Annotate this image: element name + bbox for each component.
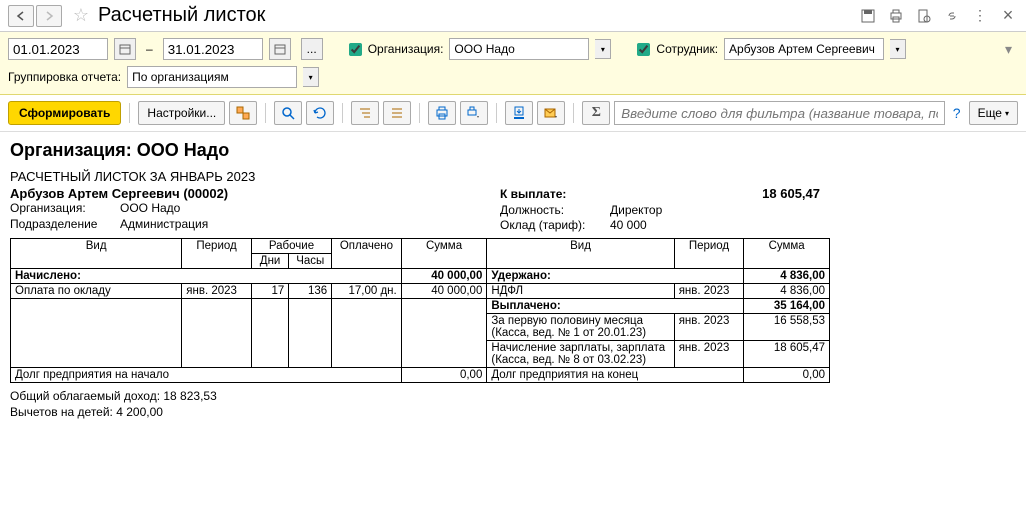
expand-all-button[interactable] bbox=[351, 101, 379, 125]
find-button[interactable] bbox=[274, 101, 302, 125]
more-button[interactable]: Еще ▾ bbox=[969, 101, 1018, 125]
grouping-combo-dropdown-icon[interactable]: ▾ bbox=[303, 67, 319, 87]
print-button[interactable] bbox=[428, 101, 456, 125]
child-deduction: Вычетов на детей: 4 200,00 bbox=[10, 405, 1016, 421]
collapse-all-button[interactable] bbox=[383, 101, 411, 125]
save-file-button[interactable] bbox=[505, 101, 533, 125]
sum-button[interactable]: Σ bbox=[582, 101, 610, 125]
filter-funnel-icon[interactable]: ▾ bbox=[999, 41, 1018, 58]
grouping-combo-value: По организациям bbox=[132, 70, 229, 84]
date-range-more-button[interactable]: ... bbox=[301, 38, 323, 60]
taxable-income: Общий облагаемый доход: 18 823,53 bbox=[10, 389, 1016, 405]
payslip-table: Вид Период Рабочие Оплачено Сумма Вид Пе… bbox=[10, 238, 830, 383]
emp-checkbox[interactable] bbox=[637, 43, 650, 56]
close-icon[interactable]: × bbox=[998, 6, 1018, 26]
employee-name: Арбузов Артем Сергеевич (00002) bbox=[10, 186, 500, 201]
org-combo-value: ООО Надо bbox=[454, 42, 514, 56]
org-combo-dropdown-icon[interactable]: ▾ bbox=[595, 39, 611, 59]
org-checkbox[interactable] bbox=[349, 43, 362, 56]
generate-button[interactable]: Сформировать bbox=[8, 101, 121, 125]
preview-icon[interactable] bbox=[914, 6, 934, 26]
variants-button[interactable] bbox=[229, 101, 257, 125]
date-range-dash: – bbox=[146, 42, 153, 56]
page-title: Расчетный листок bbox=[98, 4, 858, 27]
kebab-menu-icon[interactable]: ⋮ bbox=[970, 6, 990, 26]
print-menu-button[interactable] bbox=[460, 101, 488, 125]
org-label: Организация: bbox=[368, 42, 444, 56]
save-icon[interactable] bbox=[858, 6, 878, 26]
grouping-label: Группировка отчета: bbox=[8, 70, 121, 84]
org-combo[interactable]: ООО Надо bbox=[449, 38, 589, 60]
grouping-combo[interactable]: По организациям bbox=[127, 66, 297, 88]
nav-back-button[interactable] bbox=[8, 5, 34, 27]
date-from-input[interactable] bbox=[8, 38, 108, 60]
emp-combo-value: Арбузов Артем Сергеевич bbox=[729, 42, 875, 56]
date-to-picker-icon[interactable] bbox=[269, 38, 291, 60]
date-to-input[interactable] bbox=[163, 38, 263, 60]
emp-label: Сотрудник: bbox=[656, 42, 718, 56]
print-icon[interactable] bbox=[886, 6, 906, 26]
filter-input[interactable] bbox=[614, 101, 945, 125]
send-mail-button[interactable] bbox=[537, 101, 565, 125]
settings-button[interactable]: Настройки... bbox=[138, 101, 225, 125]
date-from-picker-icon[interactable] bbox=[114, 38, 136, 60]
emp-combo-dropdown-icon[interactable]: ▾ bbox=[890, 39, 906, 59]
report-sheet-title: РАСЧЕТНЫЙ ЛИСТОК ЗА ЯНВАРЬ 2023 bbox=[10, 169, 1016, 184]
link-icon[interactable] bbox=[942, 6, 962, 26]
refresh-button[interactable] bbox=[306, 101, 334, 125]
report-org-title: Организация: ООО Надо bbox=[10, 140, 1016, 161]
favorite-star-icon[interactable]: ☆ bbox=[70, 5, 92, 27]
help-icon[interactable]: ? bbox=[949, 105, 965, 121]
nav-forward-button[interactable] bbox=[36, 5, 62, 27]
report-area: Организация: ООО Надо РАСЧЕТНЫЙ ЛИСТОК З… bbox=[0, 132, 1026, 428]
emp-combo[interactable]: Арбузов Артем Сергеевич bbox=[724, 38, 884, 60]
